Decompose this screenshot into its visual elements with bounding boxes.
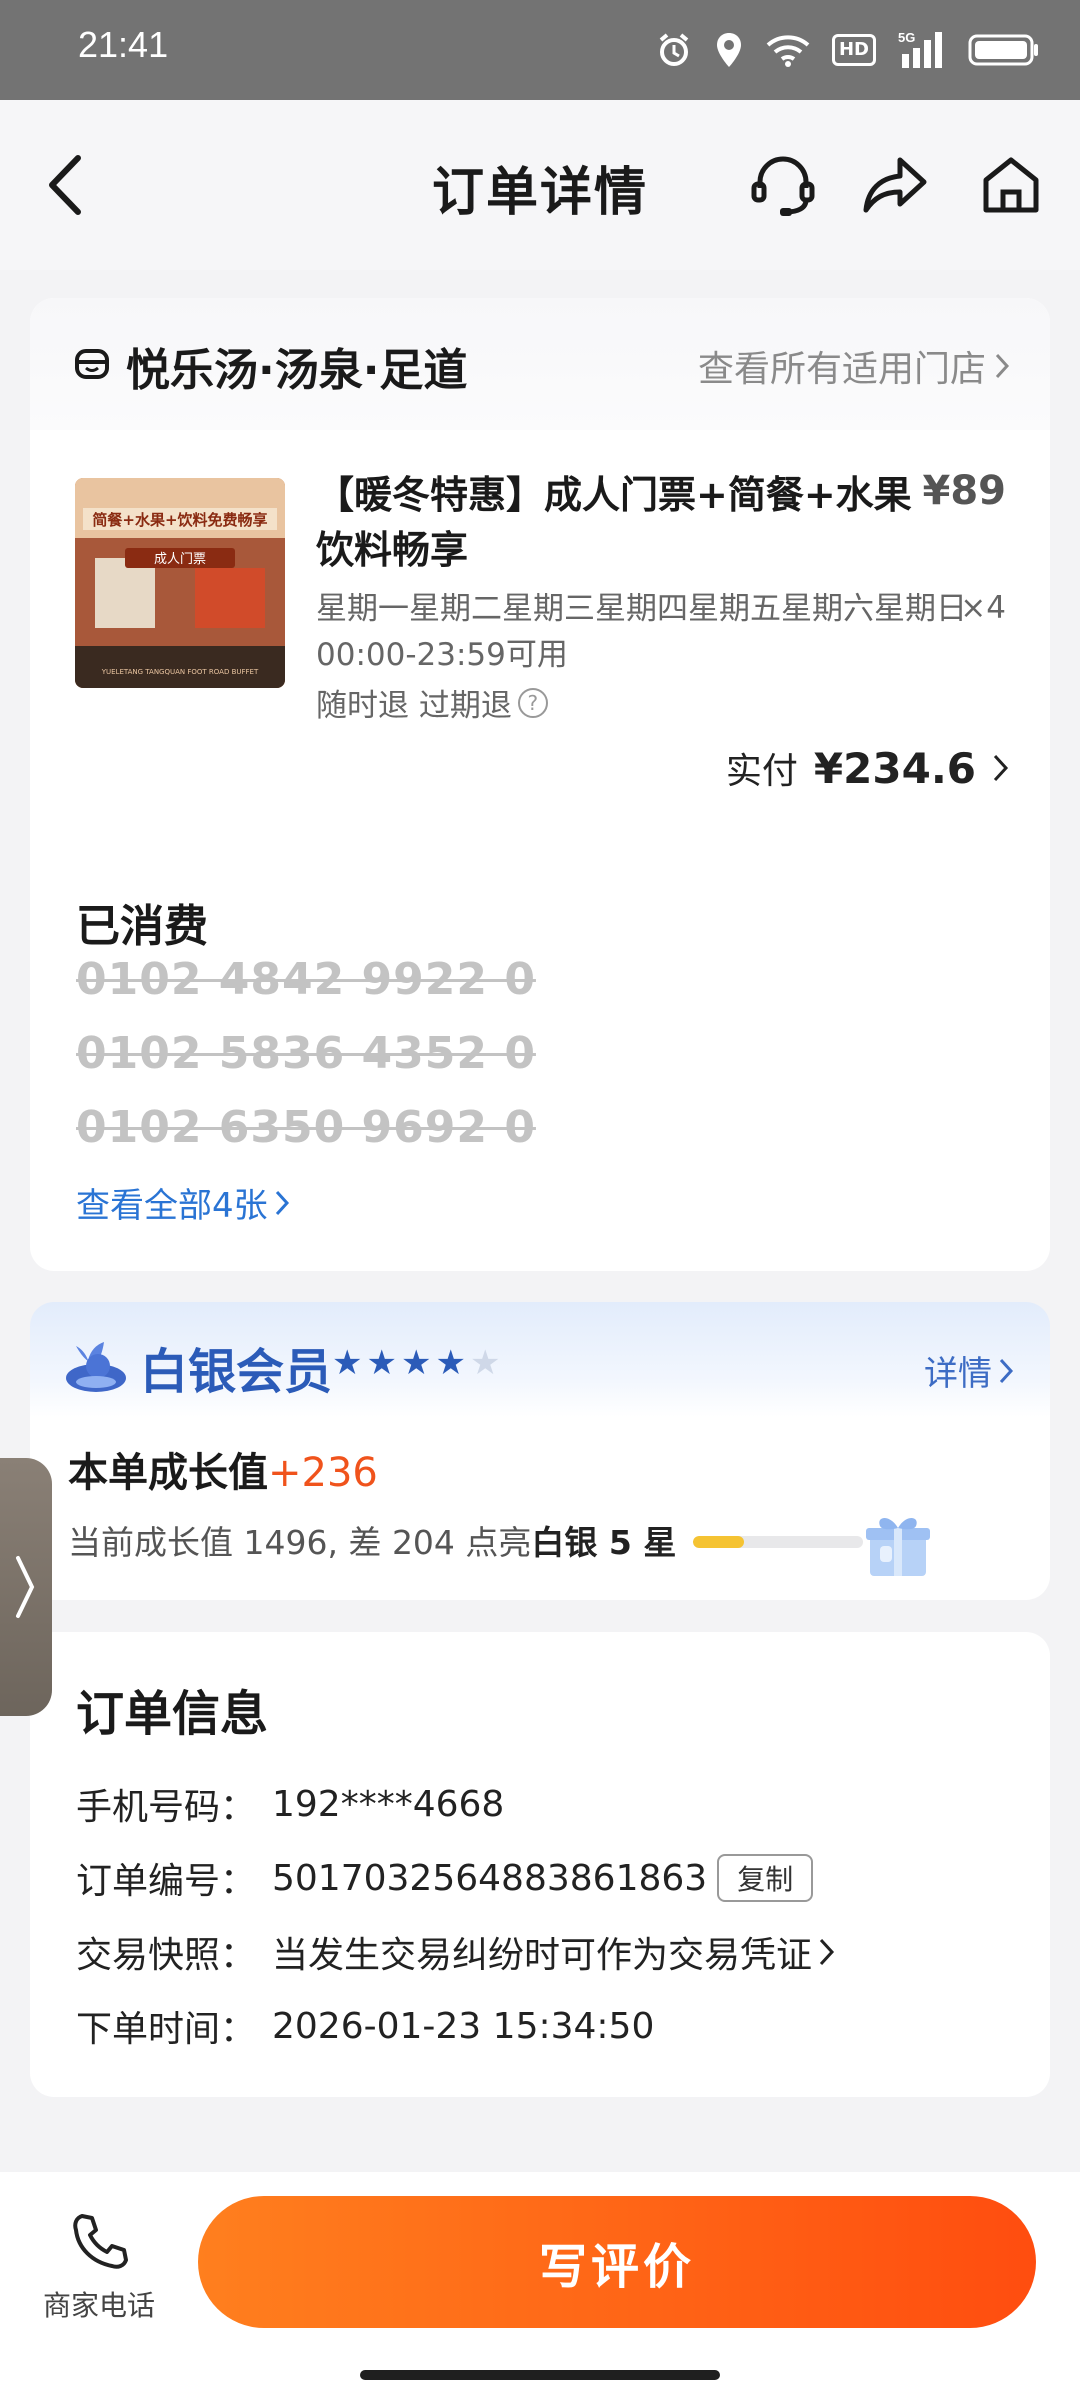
product-valid-days: 星期一星期二星期三星期四星期五星期六星期日00:00-23:59可用: [316, 591, 967, 673]
growth-progress-fill: [693, 1536, 744, 1548]
order-time-row: 下单时间： 2026-01-23 15:34:50: [76, 2000, 654, 2052]
voucher-code: 0102 6350 9692 0: [76, 1102, 536, 1153]
growth-label: 本单成长值+236: [68, 1440, 378, 1498]
product-title[interactable]: 【暖冬特惠】成人门票+简餐+水果饮料畅享: [316, 468, 916, 578]
paid-amount: ¥234.6: [813, 743, 976, 793]
chevron-right-icon: [999, 1358, 1014, 1383]
consumed-title: 已消费: [76, 901, 208, 952]
all-stores-label: 查看所有适用门店: [697, 349, 986, 390]
copy-button[interactable]: 复制: [717, 1854, 814, 1902]
status-bar: 21:41 HD 5G: [0, 0, 1080, 100]
growth-desc-target: 白银 5 星: [531, 1523, 677, 1562]
product-quantity: ×4: [960, 590, 1006, 626]
order-info-card: 订单信息 手机号码： 192****4668 订单编号： 50170325648…: [30, 1632, 1050, 2097]
share-icon[interactable]: [862, 152, 928, 218]
customer-service-icon[interactable]: [750, 152, 816, 218]
status-icons: HD 5G: [656, 28, 1040, 72]
svg-text:5G: 5G: [898, 30, 915, 45]
view-all-vouchers-link[interactable]: 查看全部4张: [76, 1178, 290, 1227]
nav-bar: 订单详情: [0, 100, 1080, 270]
member-level-title: 白银会员: [140, 1344, 333, 1400]
merchant-phone-label: 商家电话: [42, 2289, 155, 2322]
shop-header[interactable]: 悦乐汤·汤泉·足道 查看所有适用门店: [30, 298, 1050, 430]
growth-value: +236: [268, 1450, 378, 1496]
growth-desc-prefix: 当前成长值 1496, 差 204 点亮: [68, 1523, 532, 1562]
voucher-code: 0102 4842 9922 0: [76, 954, 536, 1005]
write-review-button[interactable]: 写评价: [198, 2196, 1036, 2328]
phone-row: 手机号码： 192****4668: [76, 1778, 504, 1830]
order-card: 悦乐汤·汤泉·足道 查看所有适用门店 简餐+水果+饮料免费畅享 成人门票 YUE…: [30, 298, 1050, 1271]
info-label: 手机号码：: [76, 1787, 257, 1828]
member-detail-link[interactable]: 详情: [924, 1346, 1014, 1395]
star-icon: ★: [366, 1343, 397, 1383]
hd-badge: HD: [831, 34, 876, 66]
chevron-right-icon: [995, 353, 1010, 379]
product-image-footer: YUELETANG TANGQUAN FOOT ROAD BUFFET: [101, 668, 259, 676]
signal-icon: 5G: [898, 30, 942, 68]
order-info-title: 订单信息: [76, 1686, 269, 1742]
product-price: ¥89: [922, 468, 1007, 514]
growth-label-text: 本单成长值: [68, 1450, 268, 1496]
voucher-code: 0102 5836 4352 0: [76, 1028, 536, 1079]
gift-icon[interactable]: [862, 1510, 932, 1578]
phone-number: 192****4668: [272, 1783, 505, 1825]
phone-icon: [73, 2214, 128, 2269]
product-image[interactable]: 简餐+水果+饮料免费畅享 成人门票 YUELETANG TANGQUAN FOO…: [75, 478, 285, 688]
home-indicator: [360, 2370, 720, 2380]
order-number: 5017032564883861863: [272, 1857, 708, 1899]
status-time: 21:41: [78, 24, 169, 65]
home-icon[interactable]: [978, 152, 1044, 218]
alarm-icon: [659, 33, 689, 66]
order-time: 2026-01-23 15:34:50: [272, 2005, 655, 2047]
member-stars: ★ ★ ★ ★ ★: [332, 1346, 500, 1380]
refund-policy-text: 随时退 过期退: [316, 688, 512, 724]
product-image-banner: 简餐+水果+饮料免费畅享: [92, 511, 267, 529]
order-number-row: 订单编号： 5017032564883861863 复制: [76, 1852, 814, 1904]
star-icon: ★: [400, 1343, 432, 1383]
star-icon: ★: [469, 1343, 501, 1383]
paid-row[interactable]: 实付 ¥234.6: [726, 742, 1010, 794]
shop-icon: [75, 349, 109, 379]
view-all-label: 查看全部4张: [76, 1186, 268, 1226]
battery-icon: [968, 34, 1038, 66]
chevron-right-icon: [275, 1190, 289, 1215]
star-icon: ★: [435, 1343, 466, 1383]
info-label: 下单时间：: [76, 2009, 257, 2050]
info-label: 订单编号：: [76, 1861, 257, 1902]
info-label: 交易快照：: [76, 1935, 257, 1976]
chevron-right-icon: [993, 754, 1009, 782]
wifi-icon: [766, 35, 810, 67]
member-card: 白银会员 ★ ★ ★ ★ ★ 详情 本单成长值+236 当前成长值 1496, 差 20…: [30, 1302, 1050, 1600]
product-image-tag: 成人门票: [154, 552, 206, 567]
shop-name: 悦乐汤·汤泉·足道: [126, 345, 468, 396]
member-detail-label: 详情: [924, 1354, 992, 1394]
paid-label: 实付: [725, 751, 798, 792]
growth-progress-bar: [693, 1536, 863, 1548]
snapshot-row[interactable]: 交易快照： 当发生交易纠纷时可作为交易凭证: [76, 1926, 836, 1978]
merchant-phone-button[interactable]: 商家电话: [36, 2210, 162, 2322]
chevron-right-icon: [819, 1938, 835, 1966]
growth-description: 当前成长值 1496, 差 204 点亮白银 5 星: [68, 1516, 676, 1564]
help-icon[interactable]: ?: [517, 687, 548, 718]
snapshot-text: 当发生交易纠纷时可作为交易凭证: [272, 1935, 813, 1976]
star-icon: ★: [332, 1343, 363, 1383]
refund-policy[interactable]: 随时退 过期退 ?: [316, 680, 548, 725]
all-stores-link[interactable]: 查看所有适用门店: [698, 340, 1010, 392]
bottom-action-bar: 商家电话 写评价: [0, 2172, 1080, 2400]
side-expand-icon: [16, 1556, 35, 1618]
side-drawer-handle[interactable]: [0, 1458, 52, 1716]
member-badge-icon: [66, 1342, 126, 1392]
location-icon: [716, 33, 741, 67]
